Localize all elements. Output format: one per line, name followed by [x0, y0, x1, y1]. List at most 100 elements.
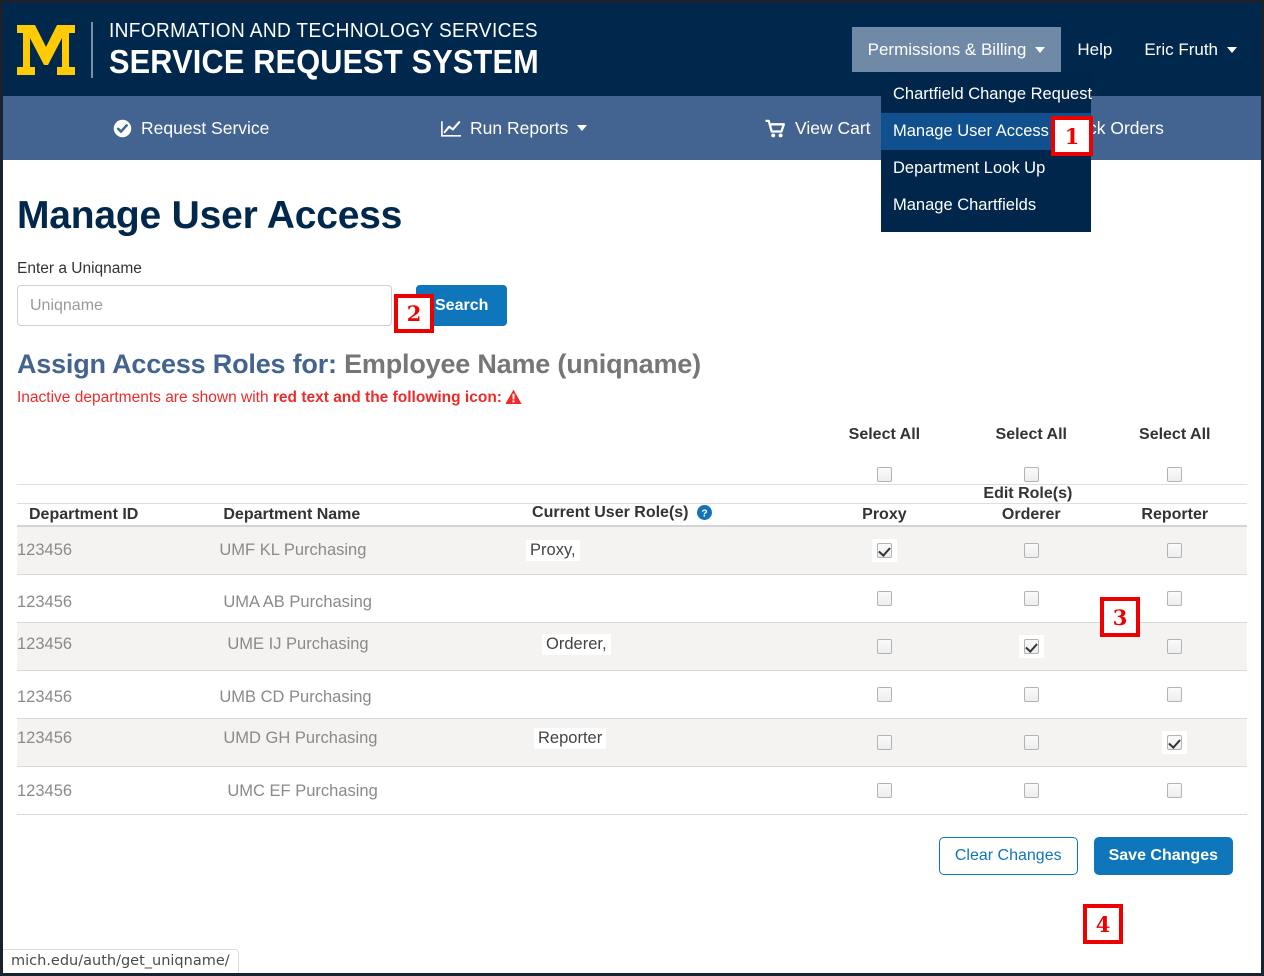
nav-run-reports-label: Run Reports [470, 117, 569, 138]
uniqname-input[interactable] [17, 285, 392, 326]
nav-permissions-billing[interactable]: Permissions & Billing [851, 27, 1062, 72]
select-all-checkbox-orderer[interactable] [1023, 467, 1039, 483]
app-name: SERVICE REQUEST SYSTEM [109, 42, 539, 80]
nav-user-menu[interactable]: Eric Fruth [1128, 27, 1261, 72]
select-all-label-orderer: Select All [995, 426, 1067, 443]
chart-line-icon [441, 120, 461, 137]
proxy-checkbox[interactable] [876, 734, 892, 750]
inactive-note-text-2: red text and the following icon: [272, 389, 502, 406]
cell-department-name: UMA AB Purchasing [211, 574, 521, 623]
reporter-checkbox[interactable] [1167, 542, 1183, 558]
nav-view-cart[interactable]: View Cart [765, 118, 871, 139]
annotation-badge-2: 2 [394, 294, 434, 333]
clear-changes-button[interactable]: Clear Changes [938, 836, 1078, 875]
cell-department-name: UMD GH Purchasing [211, 718, 521, 767]
nav-request-service-label: Request Service [141, 117, 270, 138]
orderer-checkbox[interactable] [1023, 734, 1039, 750]
orderer-checkbox[interactable] [1023, 686, 1039, 702]
proxy-checkbox[interactable] [876, 782, 892, 798]
cell-department-name: UMF KL Purchasing [211, 526, 521, 575]
cell-reporter [1102, 766, 1247, 815]
cell-department-id: 123456 [17, 670, 212, 719]
nav-view-cart-label: View Cart [795, 117, 871, 138]
cell-orderer [960, 574, 1103, 623]
table-row: 123456 UMF KL Purchasing Proxy, [17, 526, 1247, 575]
table-body: 123456 UMF KL Purchasing Proxy, 123456 UMA A… [17, 526, 1247, 815]
nav-run-reports[interactable]: Run Reports [441, 117, 588, 139]
table-row: 123456 UME IJ Purchasing Orderer, [17, 622, 1247, 671]
reporter-checkbox[interactable] [1167, 590, 1183, 606]
column-header-current-user-roles-label: Current User Role(s) [532, 504, 689, 521]
table-row: 123456 UMC EF Purchasing [17, 766, 1247, 815]
cell-reporter [1102, 670, 1247, 719]
table-row: 123456 UMB CD Purchasing [17, 670, 1247, 719]
cell-orderer [960, 766, 1103, 815]
org-name: INFORMATION AND TECHNOLOGY SERVICES [109, 19, 539, 43]
cell-proxy [808, 622, 961, 671]
question-circle-icon[interactable]: ? [696, 505, 712, 525]
cell-orderer [960, 622, 1103, 671]
reporter-checkbox[interactable] [1167, 638, 1183, 654]
select-all-checkbox-reporter[interactable] [1167, 467, 1183, 483]
proxy-checkbox[interactable] [876, 590, 892, 606]
cell-proxy [808, 766, 961, 815]
cell-department-name: UMC EF Purchasing [211, 766, 521, 815]
search-row: Search [17, 285, 1247, 326]
proxy-checkbox[interactable] [876, 542, 892, 558]
cell-current-user-roles [520, 574, 809, 623]
reporter-checkbox[interactable] [1167, 686, 1183, 702]
cell-proxy [808, 718, 961, 767]
assign-prefix: Assign Access Roles for: [17, 349, 337, 379]
orderer-checkbox[interactable] [1023, 782, 1039, 798]
cell-reporter [1102, 718, 1247, 767]
shopping-cart-icon [765, 119, 786, 138]
edit-roles-row: Edit Role(s) [17, 484, 1247, 504]
cell-reporter [1102, 526, 1247, 575]
orderer-checkbox[interactable] [1023, 590, 1039, 606]
check-circle-icon [113, 119, 132, 138]
dropdown-item-chartfield-change-request[interactable]: Chartfield Change Request [881, 76, 1092, 113]
action-buttons-row: Clear Changes Save Changes [17, 836, 1247, 875]
assign-access-roles-heading: Assign Access Roles for: Employee Name (… [17, 349, 1247, 380]
nav-user-label: Eric Fruth [1144, 39, 1218, 59]
cell-orderer [960, 670, 1103, 719]
select-all-checkbox-proxy[interactable] [876, 467, 892, 483]
cell-department-id: 123456 [17, 766, 212, 815]
cell-department-id: 123456 [17, 526, 212, 575]
orderer-checkbox[interactable] [1023, 542, 1039, 558]
site-logo[interactable]: INFORMATION AND TECHNOLOGY SERVICES SERV… [15, 21, 571, 79]
uniqname-label: Enter a Uniqname [17, 260, 142, 277]
cell-current-user-roles: Reporter [520, 718, 809, 767]
table-row: 123456 UMA AB Purchasing [17, 574, 1247, 623]
reporter-checkbox[interactable] [1167, 734, 1183, 750]
proxy-checkbox[interactable] [876, 638, 892, 654]
column-header-department-name: Department Name [211, 503, 521, 527]
cell-proxy [808, 670, 961, 719]
cell-orderer [960, 718, 1103, 767]
status-bar-url: mich.edu/auth/get_uniqname/ [3, 949, 239, 973]
save-changes-button[interactable]: Save Changes [1093, 836, 1233, 875]
chevron-down-icon [1035, 46, 1046, 53]
inactive-note-text-1: Inactive departments are shown with [17, 389, 273, 406]
chevron-down-icon [1227, 46, 1237, 53]
reporter-checkbox[interactable] [1167, 782, 1183, 798]
nav-track-orders[interactable]: ck Orders [1088, 118, 1164, 139]
dropdown-item-manage-chartfields[interactable]: Manage Chartfields [881, 187, 1091, 224]
table-header-row: Department ID Department Name Current Us… [17, 503, 1247, 527]
nav-help[interactable]: Help [1061, 27, 1128, 72]
annotation-badge-1: 1 [1051, 116, 1093, 156]
cell-department-name: UMB CD Purchasing [211, 670, 521, 719]
cell-proxy [808, 526, 961, 575]
access-roles-table: Select All Select All Select All Edit Ro… [17, 426, 1247, 815]
cell-proxy [808, 574, 961, 623]
orderer-checkbox[interactable] [1023, 638, 1039, 654]
inactive-departments-note: Inactive departments are shown with red … [17, 389, 1247, 410]
edit-roles-label: Edit Role(s) [808, 484, 1247, 504]
column-header-reporter: Reporter [1102, 503, 1247, 527]
nav-track-orders-label: ck Orders [1088, 117, 1164, 138]
proxy-checkbox[interactable] [876, 686, 892, 702]
column-header-current-user-roles: Current User Role(s) ? [520, 503, 809, 527]
column-header-proxy: Proxy [808, 503, 961, 527]
nav-request-service[interactable]: Request Service [113, 118, 269, 139]
annotation-badge-4: 4 [1083, 904, 1123, 944]
